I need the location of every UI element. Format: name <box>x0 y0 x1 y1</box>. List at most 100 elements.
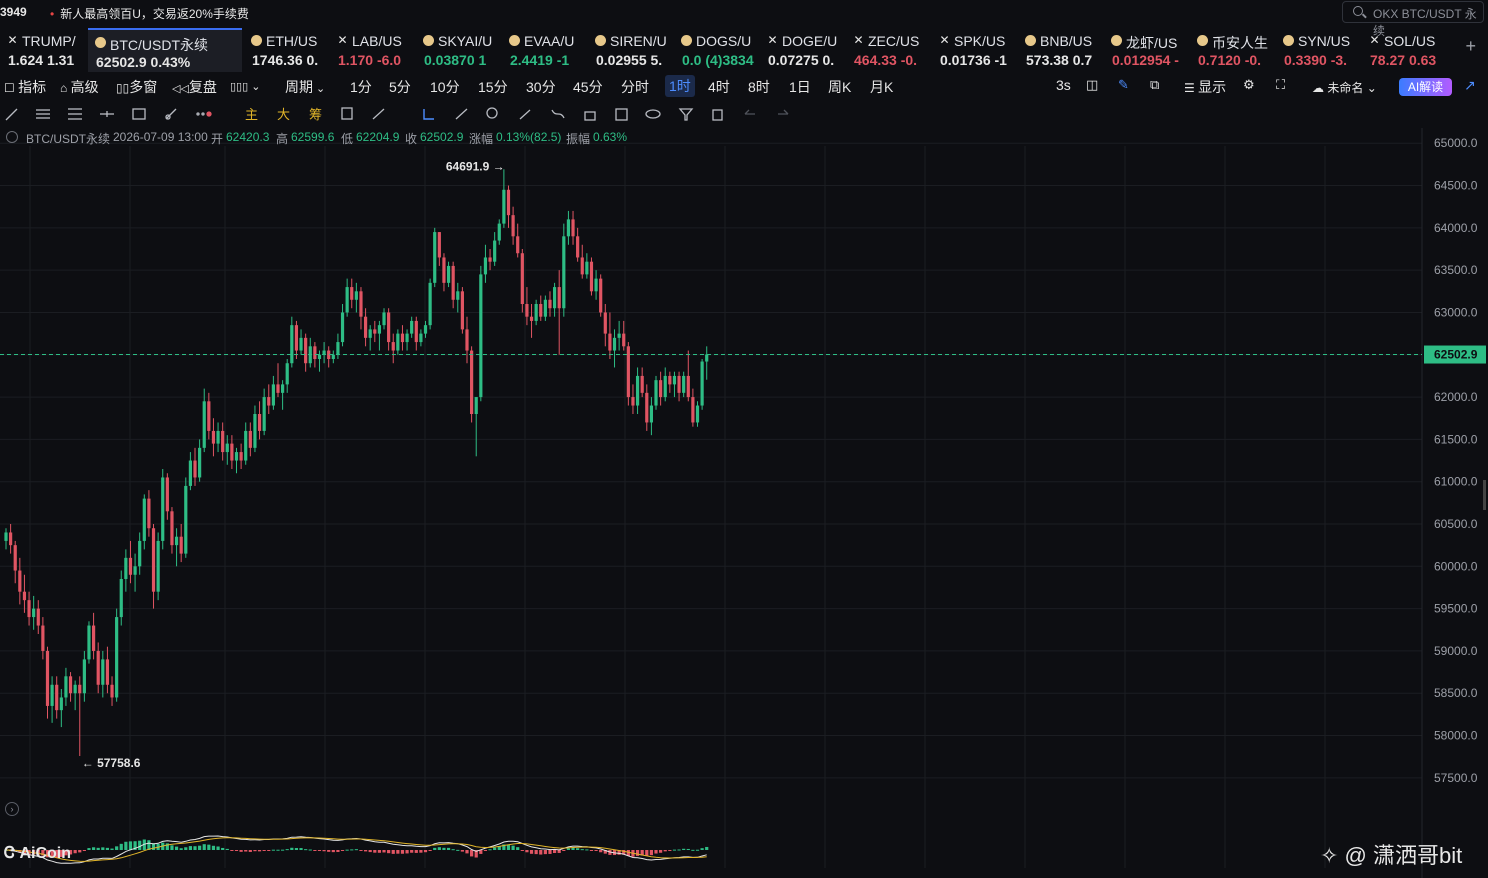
candle-body[interactable] <box>133 566 137 575</box>
candle-body[interactable] <box>529 316 534 321</box>
candle-body[interactable] <box>156 540 160 592</box>
candle-body[interactable] <box>456 291 460 300</box>
ticker-tab[interactable]: ✕ SPK/US 0.01736 -1 <box>932 28 1016 72</box>
rectangle-icon[interactable] <box>132 108 146 120</box>
trend-icon[interactable]: ↗ <box>1464 77 1476 94</box>
search-input[interactable]: OKX BTC/USDT 永续 <box>1342 1 1484 38</box>
interval-12[interactable]: 月K <box>870 77 893 97</box>
candle-body[interactable] <box>622 333 626 347</box>
candle-body[interactable] <box>115 617 119 698</box>
scroll-handle[interactable] <box>1483 480 1486 510</box>
ticker-tab[interactable]: ✕ TRUMP/1.624 1.31 <box>0 28 86 72</box>
candle-body[interactable] <box>50 684 54 706</box>
candle-body[interactable] <box>225 443 229 453</box>
candle-body[interactable] <box>470 350 474 414</box>
interval-5[interactable]: 45分 <box>573 77 603 97</box>
interval-7[interactable]: 1时 <box>665 75 695 97</box>
note-icon[interactable] <box>615 108 628 121</box>
candle-body[interactable] <box>202 401 206 448</box>
ticker-tab[interactable]: 币安人生 0.7120 -0. <box>1190 28 1274 72</box>
ticker-tab[interactable]: DOGS/U 0.0 (4)3834 <box>674 28 758 72</box>
candle-body[interactable] <box>594 278 598 292</box>
candle-body[interactable] <box>257 414 262 431</box>
candle-body[interactable] <box>599 278 603 313</box>
candle-body[interactable] <box>64 676 68 698</box>
candle-body[interactable] <box>170 511 174 546</box>
display-button[interactable]: ☰ 显示 <box>1184 77 1226 97</box>
camera-icon[interactable]: ◫ <box>1086 77 1098 93</box>
candle-body[interactable] <box>216 430 220 444</box>
candle-body[interactable] <box>345 287 349 313</box>
candle-body[interactable] <box>9 532 13 546</box>
candle-body[interactable] <box>612 337 617 351</box>
candle-body[interactable] <box>96 650 100 685</box>
interval-1[interactable]: 5分 <box>389 77 411 97</box>
candle-body[interactable] <box>55 684 59 711</box>
candle-body[interactable] <box>110 684 114 698</box>
candle-body[interactable] <box>525 304 529 317</box>
candle-body[interactable] <box>571 219 575 237</box>
trash-icon[interactable] <box>712 109 723 121</box>
candle-body[interactable] <box>188 460 192 486</box>
candle-body[interactable] <box>539 304 543 317</box>
candle-body[interactable] <box>253 414 257 448</box>
candle-body[interactable] <box>566 219 571 237</box>
pen-icon[interactable] <box>519 109 531 120</box>
add-ticker-icon[interactable]: + <box>1465 36 1476 57</box>
candle-body[interactable] <box>589 261 594 292</box>
candle-body[interactable] <box>165 477 169 512</box>
candle-body[interactable] <box>304 337 308 364</box>
candle-body[interactable] <box>387 312 391 343</box>
interval-6[interactable]: 分时 <box>621 77 649 97</box>
candle-body[interactable] <box>276 384 280 393</box>
candle-body[interactable] <box>294 325 299 351</box>
candle-body[interactable] <box>262 397 266 431</box>
candle-body[interactable] <box>488 257 492 262</box>
candle-body[interactable] <box>151 528 156 592</box>
candle-body[interactable] <box>27 600 31 618</box>
candle-body[interactable] <box>207 401 211 431</box>
ticker-tab[interactable]: SIREN/U 0.02955 5. <box>588 28 672 72</box>
candle-body[interactable] <box>128 557 133 575</box>
candle-body[interactable] <box>543 299 547 317</box>
candle-body[interactable] <box>640 375 644 393</box>
candle-body[interactable] <box>483 257 488 275</box>
candle-body[interactable] <box>479 274 483 398</box>
candle-body[interactable] <box>105 659 110 685</box>
ticker-tab[interactable]: ✕ DOGE/U 0.07275 0. <box>760 28 844 72</box>
candle-body[interactable] <box>119 579 123 618</box>
candle-body[interactable] <box>645 392 649 423</box>
candle-body[interactable] <box>691 397 695 423</box>
candle-body[interactable] <box>377 325 382 334</box>
candle-body[interactable] <box>82 659 86 694</box>
candle-body[interactable] <box>617 333 621 338</box>
candle-body[interactable] <box>497 223 501 241</box>
candle-body[interactable] <box>179 536 183 554</box>
candle-body[interactable] <box>474 397 478 414</box>
redo-icon[interactable] <box>778 109 789 115</box>
candle-body[interactable] <box>682 375 686 393</box>
parallel-lines-icon[interactable] <box>36 109 50 119</box>
candle-body[interactable] <box>147 498 151 529</box>
candle-body[interactable] <box>78 684 82 694</box>
candle-body[interactable] <box>649 405 653 423</box>
period-dropdown[interactable]: 周期 ⌄ <box>285 77 325 97</box>
horizontal-line-icon[interactable] <box>100 111 114 117</box>
candle-body[interactable] <box>603 312 607 334</box>
candle-body[interactable] <box>654 380 658 406</box>
candle-body[interactable] <box>174 536 179 546</box>
refresh-interval[interactable]: 3s <box>1056 77 1071 93</box>
big-order-toggle[interactable]: 大 <box>277 107 290 122</box>
settings-gear-icon[interactable]: ⚙ <box>1243 77 1255 93</box>
candle-body[interactable] <box>410 320 414 334</box>
candle-body[interactable] <box>391 342 395 351</box>
interval-2[interactable]: 10分 <box>430 77 460 97</box>
candle-body[interactable] <box>405 333 409 343</box>
layout-name-dropdown[interactable]: ☁ 未命名 ⌄ <box>1312 79 1377 96</box>
candle-body[interactable] <box>400 333 405 343</box>
collapse-info-icon[interactable] <box>6 131 18 143</box>
candle-body[interactable] <box>677 375 681 393</box>
candle-body[interactable] <box>552 287 557 309</box>
ticker-tab[interactable]: ✕ LAB/US 1.170 -6.0 <box>330 28 414 72</box>
trend-line-icon[interactable] <box>5 108 18 121</box>
